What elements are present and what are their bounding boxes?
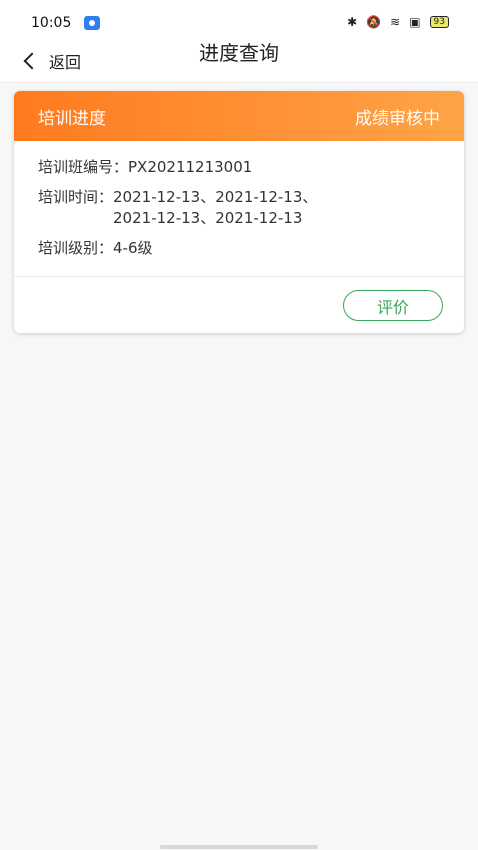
battery-icon: 93 bbox=[429, 16, 449, 28]
row-value: 4-6级 bbox=[113, 239, 153, 257]
card-divider bbox=[14, 276, 464, 277]
card-body: 培训班编号： PX20211213001 培训时间： 2021-12-13、20… bbox=[14, 141, 464, 259]
row-value: 2021-12-13、2021-12-13、 2021-12-13、2021-1… bbox=[113, 188, 318, 227]
training-time-row: 培训时间： 2021-12-13、2021-12-13、 2021-12-13、… bbox=[38, 187, 440, 229]
status-bar: 10:05 ✱ 🔕 ≋ ▣ 93 bbox=[0, 0, 478, 40]
evaluate-button[interactable]: 评价 bbox=[343, 290, 443, 321]
progress-card: 培训进度 成绩审核中 培训班编号： PX20211213001 培训时间： 20… bbox=[14, 91, 464, 333]
row-label: 培训班编号： bbox=[38, 158, 129, 176]
row-label: 培训时间： bbox=[38, 188, 114, 206]
card-header-title: 培训进度 bbox=[38, 108, 106, 129]
row-label: 培训级别： bbox=[38, 239, 114, 257]
wifi-icon: ≋ bbox=[390, 15, 401, 29]
notification-icon bbox=[84, 16, 100, 30]
row-value: PX20211213001 bbox=[128, 158, 253, 176]
screen-icon: ▣ bbox=[409, 15, 421, 29]
training-level-row: 培训级别： 4-6级 bbox=[38, 238, 440, 259]
class-number-row: 培训班编号： PX20211213001 bbox=[38, 157, 440, 178]
page-title: 进度查询 bbox=[199, 41, 279, 65]
nav-bar: 返回 进度查询 bbox=[0, 40, 478, 83]
status-badge: 成绩审核中 bbox=[355, 108, 440, 129]
mute-icon: 🔕 bbox=[366, 15, 382, 29]
status-icons: ✱ 🔕 ≋ ▣ 93 bbox=[347, 15, 449, 29]
status-time: 10:05 bbox=[31, 15, 72, 31]
home-indicator[interactable] bbox=[160, 845, 318, 849]
bluetooth-icon: ✱ bbox=[347, 15, 358, 29]
card-header: 培训进度 成绩审核中 bbox=[14, 91, 464, 141]
